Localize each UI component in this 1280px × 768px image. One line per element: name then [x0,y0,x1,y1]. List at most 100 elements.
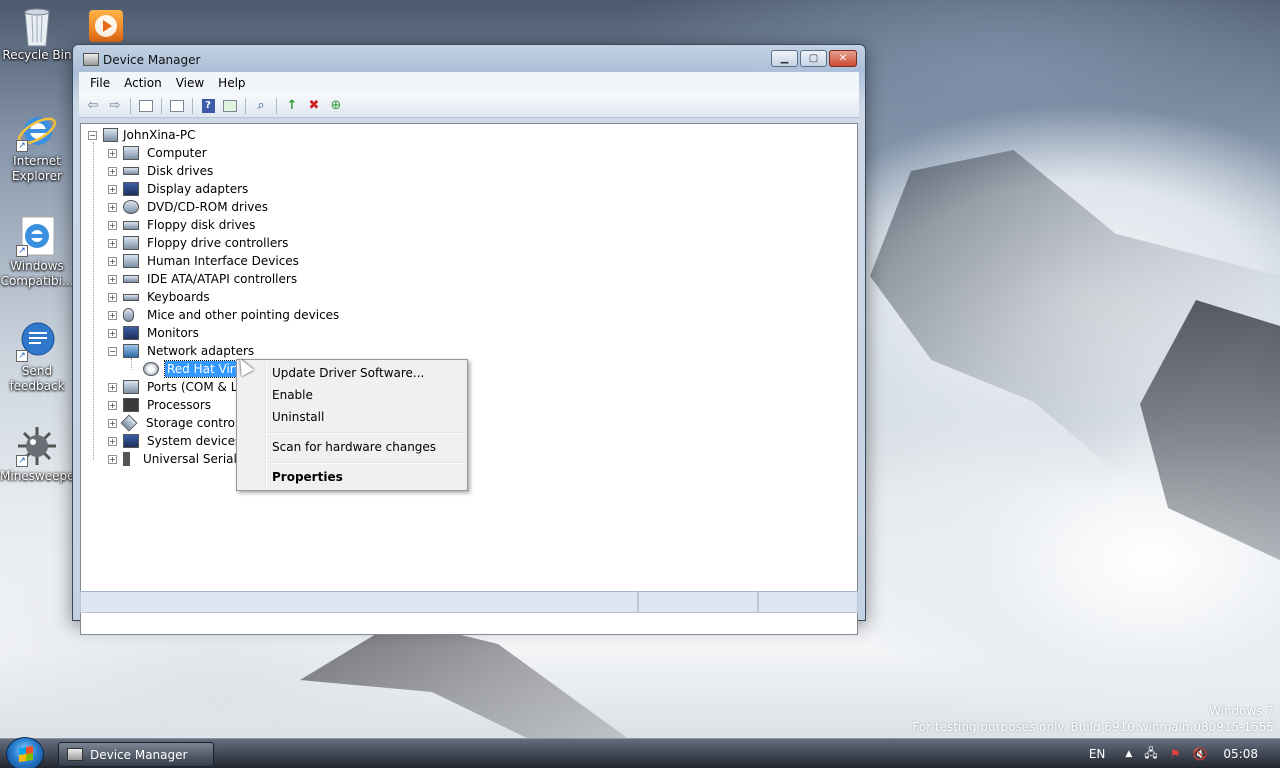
expand-toggle[interactable]: + [108,202,117,212]
desktop-icon-recycle-bin[interactable]: Recycle Bin [0,4,74,63]
enable-device-icon[interactable]: ⊕ [326,97,346,115]
tree-item-disk-drives[interactable]: + Disk drives [108,162,215,180]
expand-toggle[interactable]: + [108,328,117,338]
desktop-icon-minesweeper[interactable]: ↗ Minesweeper [0,425,79,484]
maximize-button[interactable]: ▢ [800,50,827,67]
taskbar-button-device-manager[interactable]: Device Manager [58,742,214,767]
network-icon[interactable]: 🖧 [1144,744,1157,765]
system-tray: EN ▲ 🖧 ⚑ 🔇 05:08 [1083,739,1280,768]
desktop-icon-windows-compatibility[interactable]: ↗ Windows Compatibi... [0,215,74,289]
tree-root[interactable]: − JohnXina-PC [88,126,198,144]
tree-item-human-interface-devices[interactable]: + Human Interface Devices [108,252,301,270]
expand-toggle[interactable]: + [108,310,117,320]
back-icon[interactable]: ⇦ [83,97,103,115]
expand-toggle[interactable]: + [108,220,117,230]
minimize-button[interactable]: ▁ [771,50,798,67]
menu-item-enable[interactable]: Enable [272,388,313,402]
expand-toggle[interactable]: + [108,454,117,464]
menu-item-uninstall[interactable]: Uninstall [272,410,324,424]
menu-help[interactable]: Help [211,76,252,90]
menu-file[interactable]: File [83,76,117,90]
expand-toggle[interactable]: + [108,184,117,194]
menu-bar: File Action View Help [79,72,859,94]
tree-item-label: Display adapters [147,182,249,196]
action-pane-icon[interactable] [220,97,240,115]
show-hide-console-tree-icon[interactable] [136,97,156,115]
media-player-icon[interactable] [89,10,123,42]
forward-icon[interactable]: ⇨ [105,97,125,115]
toolbar-separator [245,97,246,114]
toolbar-separator [161,97,162,114]
shortcut-arrow-icon: ↗ [16,245,28,257]
expand-toggle[interactable]: + [108,418,117,428]
wallpaper-foreground-rocks [300,620,630,740]
desktop-icon-send-feedback[interactable]: ↗ Send feedback [0,320,74,394]
windows-logo-icon [19,746,33,762]
update-driver-icon[interactable]: ↑ [282,97,302,115]
tree-item-computer[interactable]: + Computer [108,144,209,162]
menu-item-update-driver[interactable]: Update Driver Software... [272,366,424,380]
expand-toggle[interactable]: + [108,274,117,284]
menu-view[interactable]: View [169,76,211,90]
expand-toggle[interactable]: + [108,382,117,392]
properties-icon[interactable] [167,97,187,115]
tree-item-label: Mice and other pointing devices [147,308,340,322]
shortcut-arrow-icon: ↗ [16,455,28,467]
expand-toggle[interactable]: + [108,400,117,410]
expand-toggle[interactable]: + [108,256,117,266]
computer-icon [103,128,118,142]
collapse-toggle[interactable]: − [108,346,117,356]
tree-item-display-adapters[interactable]: + Display adapters [108,180,250,198]
device-tree[interactable]: − JohnXina-PC + Computer + Disk drives +… [80,123,858,635]
volume-muted-icon[interactable]: 🔇 [1192,747,1207,761]
scan-hardware-icon[interactable]: ⌕ [251,97,271,115]
context-menu-gutter [265,362,267,488]
tree-item-mice[interactable]: + Mice and other pointing devices [108,306,341,324]
toolbar: ⇦ ⇨ ? ⌕ ↑ ✖ ⊕ [79,94,859,118]
send-feedback-icon: ↗ [16,320,58,362]
tree-item-dvd-drives[interactable]: + DVD/CD-ROM drives [108,198,270,216]
expand-toggle[interactable]: + [108,292,117,302]
menu-item-properties[interactable]: Properties [272,470,343,484]
context-menu: Update Driver Software... Enable Uninsta… [236,359,468,491]
menu-item-scan-hardware[interactable]: Scan for hardware changes [272,440,436,454]
system-devices-icon [123,434,139,448]
floppy-controller-icon [123,236,139,250]
start-button[interactable] [6,737,44,768]
action-center-icon[interactable]: ⚑ [1170,747,1181,761]
menu-action[interactable]: Action [117,76,169,90]
status-cell [80,591,638,613]
expand-toggle[interactable]: + [108,148,117,158]
tree-item-keyboards[interactable]: + Keyboards [108,288,212,306]
uninstall-icon[interactable]: ✖ [304,97,324,115]
collapse-toggle[interactable]: − [88,130,97,140]
mouse-icon [123,308,134,322]
close-button[interactable]: ✕ [829,50,857,67]
tree-item-system-devices[interactable]: + System devices [108,432,243,450]
tree-item-processors[interactable]: + Processors [108,396,213,414]
tree-item-monitors[interactable]: + Monitors [108,324,201,342]
watermark-build: For testing purposes only. Build 6910.wi… [912,720,1274,734]
internet-explorer-icon: ↗ [16,215,58,257]
language-indicator[interactable]: EN [1089,747,1106,761]
tree-item-floppy-disk-drives[interactable]: + Floppy disk drives [108,216,257,234]
status-bar [80,591,858,613]
tree-item-label: System devices [147,434,242,448]
tree-item-storage-controllers[interactable]: + Storage controller [108,414,256,432]
processor-icon [123,398,139,412]
network-adapter-icon [123,344,139,358]
tree-item-ide-controllers[interactable]: + IDE ATA/ATAPI controllers [108,270,299,288]
show-hidden-icons-icon[interactable]: ▲ [1125,749,1132,759]
expand-toggle[interactable]: + [108,238,117,248]
hid-icon [123,254,139,268]
clock[interactable]: 05:08 [1223,747,1258,761]
tree-item-floppy-drive-controllers[interactable]: + Floppy drive controllers [108,234,290,252]
tree-item-ports[interactable]: + Ports (COM & LPT [108,378,254,396]
tree-item-label: Floppy disk drives [147,218,256,232]
title-bar[interactable]: Device Manager ▁ ▢ ✕ [73,45,865,73]
tree-item-network-adapters[interactable]: − Network adapters [108,342,256,360]
expand-toggle[interactable]: + [108,436,117,446]
desktop-icon-internet-explorer[interactable]: ↗ Internet Explorer [0,110,74,184]
help-icon[interactable]: ? [198,97,218,115]
expand-toggle[interactable]: + [108,166,117,176]
